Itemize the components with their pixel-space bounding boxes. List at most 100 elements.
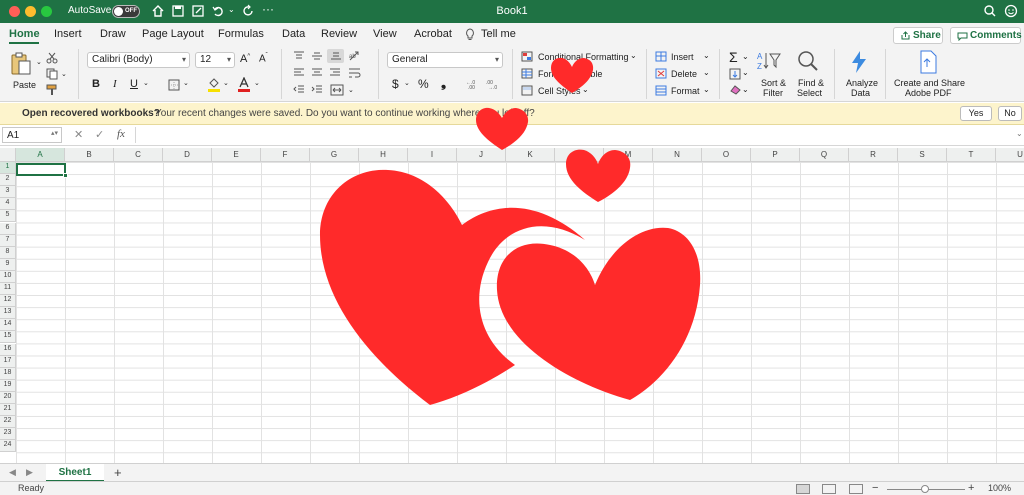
font-color-icon[interactable] [237,77,251,92]
more-icon[interactable]: ··· [262,2,276,16]
chevron-down-icon[interactable]: ⌄ [703,68,710,77]
increase-indent-icon[interactable] [311,85,323,95]
row-header-6[interactable]: 6 [0,222,16,235]
autosum-menu-chevron-icon[interactable]: ⌄ [742,52,749,61]
find-select-label-1[interactable]: Find & [798,78,824,88]
cut-icon[interactable] [46,52,58,64]
row-header-4[interactable]: 4 [0,198,16,211]
delete-cells-button[interactable]: Delete [671,69,697,79]
paste-icon[interactable] [10,52,32,76]
number-format-dropdown[interactable]: General ▾ [387,52,503,68]
row-header-10[interactable]: 10 [0,270,16,283]
page-break-view-icon[interactable] [849,484,863,494]
share-button[interactable]: Share [893,27,943,44]
row-header-21[interactable]: 21 [0,404,16,417]
zoom-level[interactable]: 100% [988,483,1011,493]
column-header-b[interactable]: B [65,148,114,162]
recovery-yes-button[interactable]: Yes [960,106,992,121]
column-header-a[interactable]: A [16,148,65,162]
formula-input[interactable] [135,127,1015,143]
create-share-pdf-label-2[interactable]: Adobe PDF [905,88,952,98]
row-header-19[interactable]: 19 [0,379,16,392]
row-header-9[interactable]: 9 [0,258,16,271]
name-box[interactable]: A1 ▴▾ [2,127,62,143]
create-share-pdf-label-1[interactable]: Create and Share [894,78,965,88]
minimize-window-button[interactable] [25,6,36,17]
font-color-menu-chevron-icon[interactable]: ⌄ [254,79,260,87]
row-header-8[interactable]: 8 [0,246,16,259]
align-bottom-button[interactable] [327,49,344,63]
column-header-d[interactable]: D [163,148,212,162]
merge-center-icon[interactable] [330,84,344,96]
column-header-e[interactable]: E [212,148,261,162]
row-header-5[interactable]: 5 [0,210,16,223]
insert-cells-button[interactable]: Insert [671,52,694,62]
bold-button[interactable]: B [92,78,100,90]
recovery-no-button[interactable]: No [998,106,1022,121]
insert-function-button[interactable]: fx [117,128,125,140]
tab-review[interactable]: Review [321,28,357,40]
tab-data[interactable]: Data [282,28,305,40]
fill-color-icon[interactable] [207,77,221,92]
tab-view[interactable]: View [373,28,397,40]
comments-button[interactable]: Comments [950,27,1022,44]
sort-filter-label-2[interactable]: Filter [763,88,783,98]
tab-acrobat[interactable]: Acrobat [414,28,452,40]
tell-me-search[interactable]: Tell me [481,28,516,40]
cell-area[interactable] [16,162,1024,463]
row-header-18[interactable]: 18 [0,367,16,380]
orientation-icon[interactable]: ab [348,50,362,62]
page-layout-view-icon[interactable] [822,484,836,494]
fill-handle[interactable] [63,173,68,178]
row-header-11[interactable]: 11 [0,283,16,296]
row-header-23[interactable]: 23 [0,428,16,441]
paste-label[interactable]: Paste [13,80,36,90]
font-name-dropdown[interactable]: Calibri (Body) ▾ [87,52,190,68]
row-header-22[interactable]: 22 [0,416,16,429]
copy-menu-chevron-icon[interactable]: ⌄ [61,70,67,78]
row-header-17[interactable]: 17 [0,355,16,368]
confirm-entry-icon[interactable]: ✓ [95,128,104,141]
chevron-down-icon[interactable]: ⌄ [582,85,589,94]
sort-filter-label-1[interactable]: Sort & [761,78,786,88]
format-cells-button[interactable]: Format [671,86,700,96]
undo-icon[interactable] [211,4,225,18]
conditional-formatting-button[interactable]: Conditional Formatting [538,52,629,62]
autosave-toggle[interactable]: OFF [112,5,140,18]
align-right-icon[interactable] [329,68,341,78]
column-header-p[interactable]: P [751,148,800,162]
column-header-l[interactable]: L [555,148,604,162]
tab-draw[interactable]: Draw [100,28,126,40]
fill-color-menu-chevron-icon[interactable]: ⌄ [223,79,229,87]
cancel-entry-icon[interactable]: ✕ [74,128,83,141]
zoom-out-icon[interactable]: − [872,482,878,494]
save-icon[interactable] [171,4,185,18]
align-center-icon[interactable] [311,68,323,78]
row-header-12[interactable]: 12 [0,295,16,308]
tab-formulas[interactable]: Formulas [218,28,264,40]
column-header-n[interactable]: N [653,148,702,162]
chevron-down-icon[interactable]: ⌄ [703,51,710,60]
row-header-13[interactable]: 13 [0,307,16,320]
row-header-16[interactable]: 16 [0,343,16,356]
merge-menu-chevron-icon[interactable]: ⌄ [348,86,354,94]
format-as-table-button[interactable]: Format as Table [538,69,602,79]
row-header-24[interactable]: 24 [0,440,16,453]
edit-icon[interactable] [191,4,205,18]
clear-icon[interactable] [729,84,742,95]
align-left-icon[interactable] [293,68,305,78]
find-select-label-2[interactable]: Select [797,88,822,98]
column-header-k[interactable]: K [506,148,555,162]
tab-home[interactable]: Home [9,28,40,40]
column-header-u[interactable]: U [996,148,1024,162]
column-header-o[interactable]: O [702,148,751,162]
comma-style-button[interactable]: ❟ [441,75,446,91]
underline-menu-chevron-icon[interactable]: ⌄ [143,79,149,87]
column-header-m[interactable]: M [604,148,653,162]
currency-menu-chevron-icon[interactable]: ⌄ [404,79,410,87]
align-middle-icon[interactable] [311,51,323,61]
font-size-dropdown[interactable]: 12 ▾ [195,52,235,68]
paste-menu-chevron-icon[interactable]: ⌄ [36,58,42,66]
increase-font-size-icon[interactable]: A^ [240,53,250,65]
zoom-in-icon[interactable]: + [968,482,974,494]
